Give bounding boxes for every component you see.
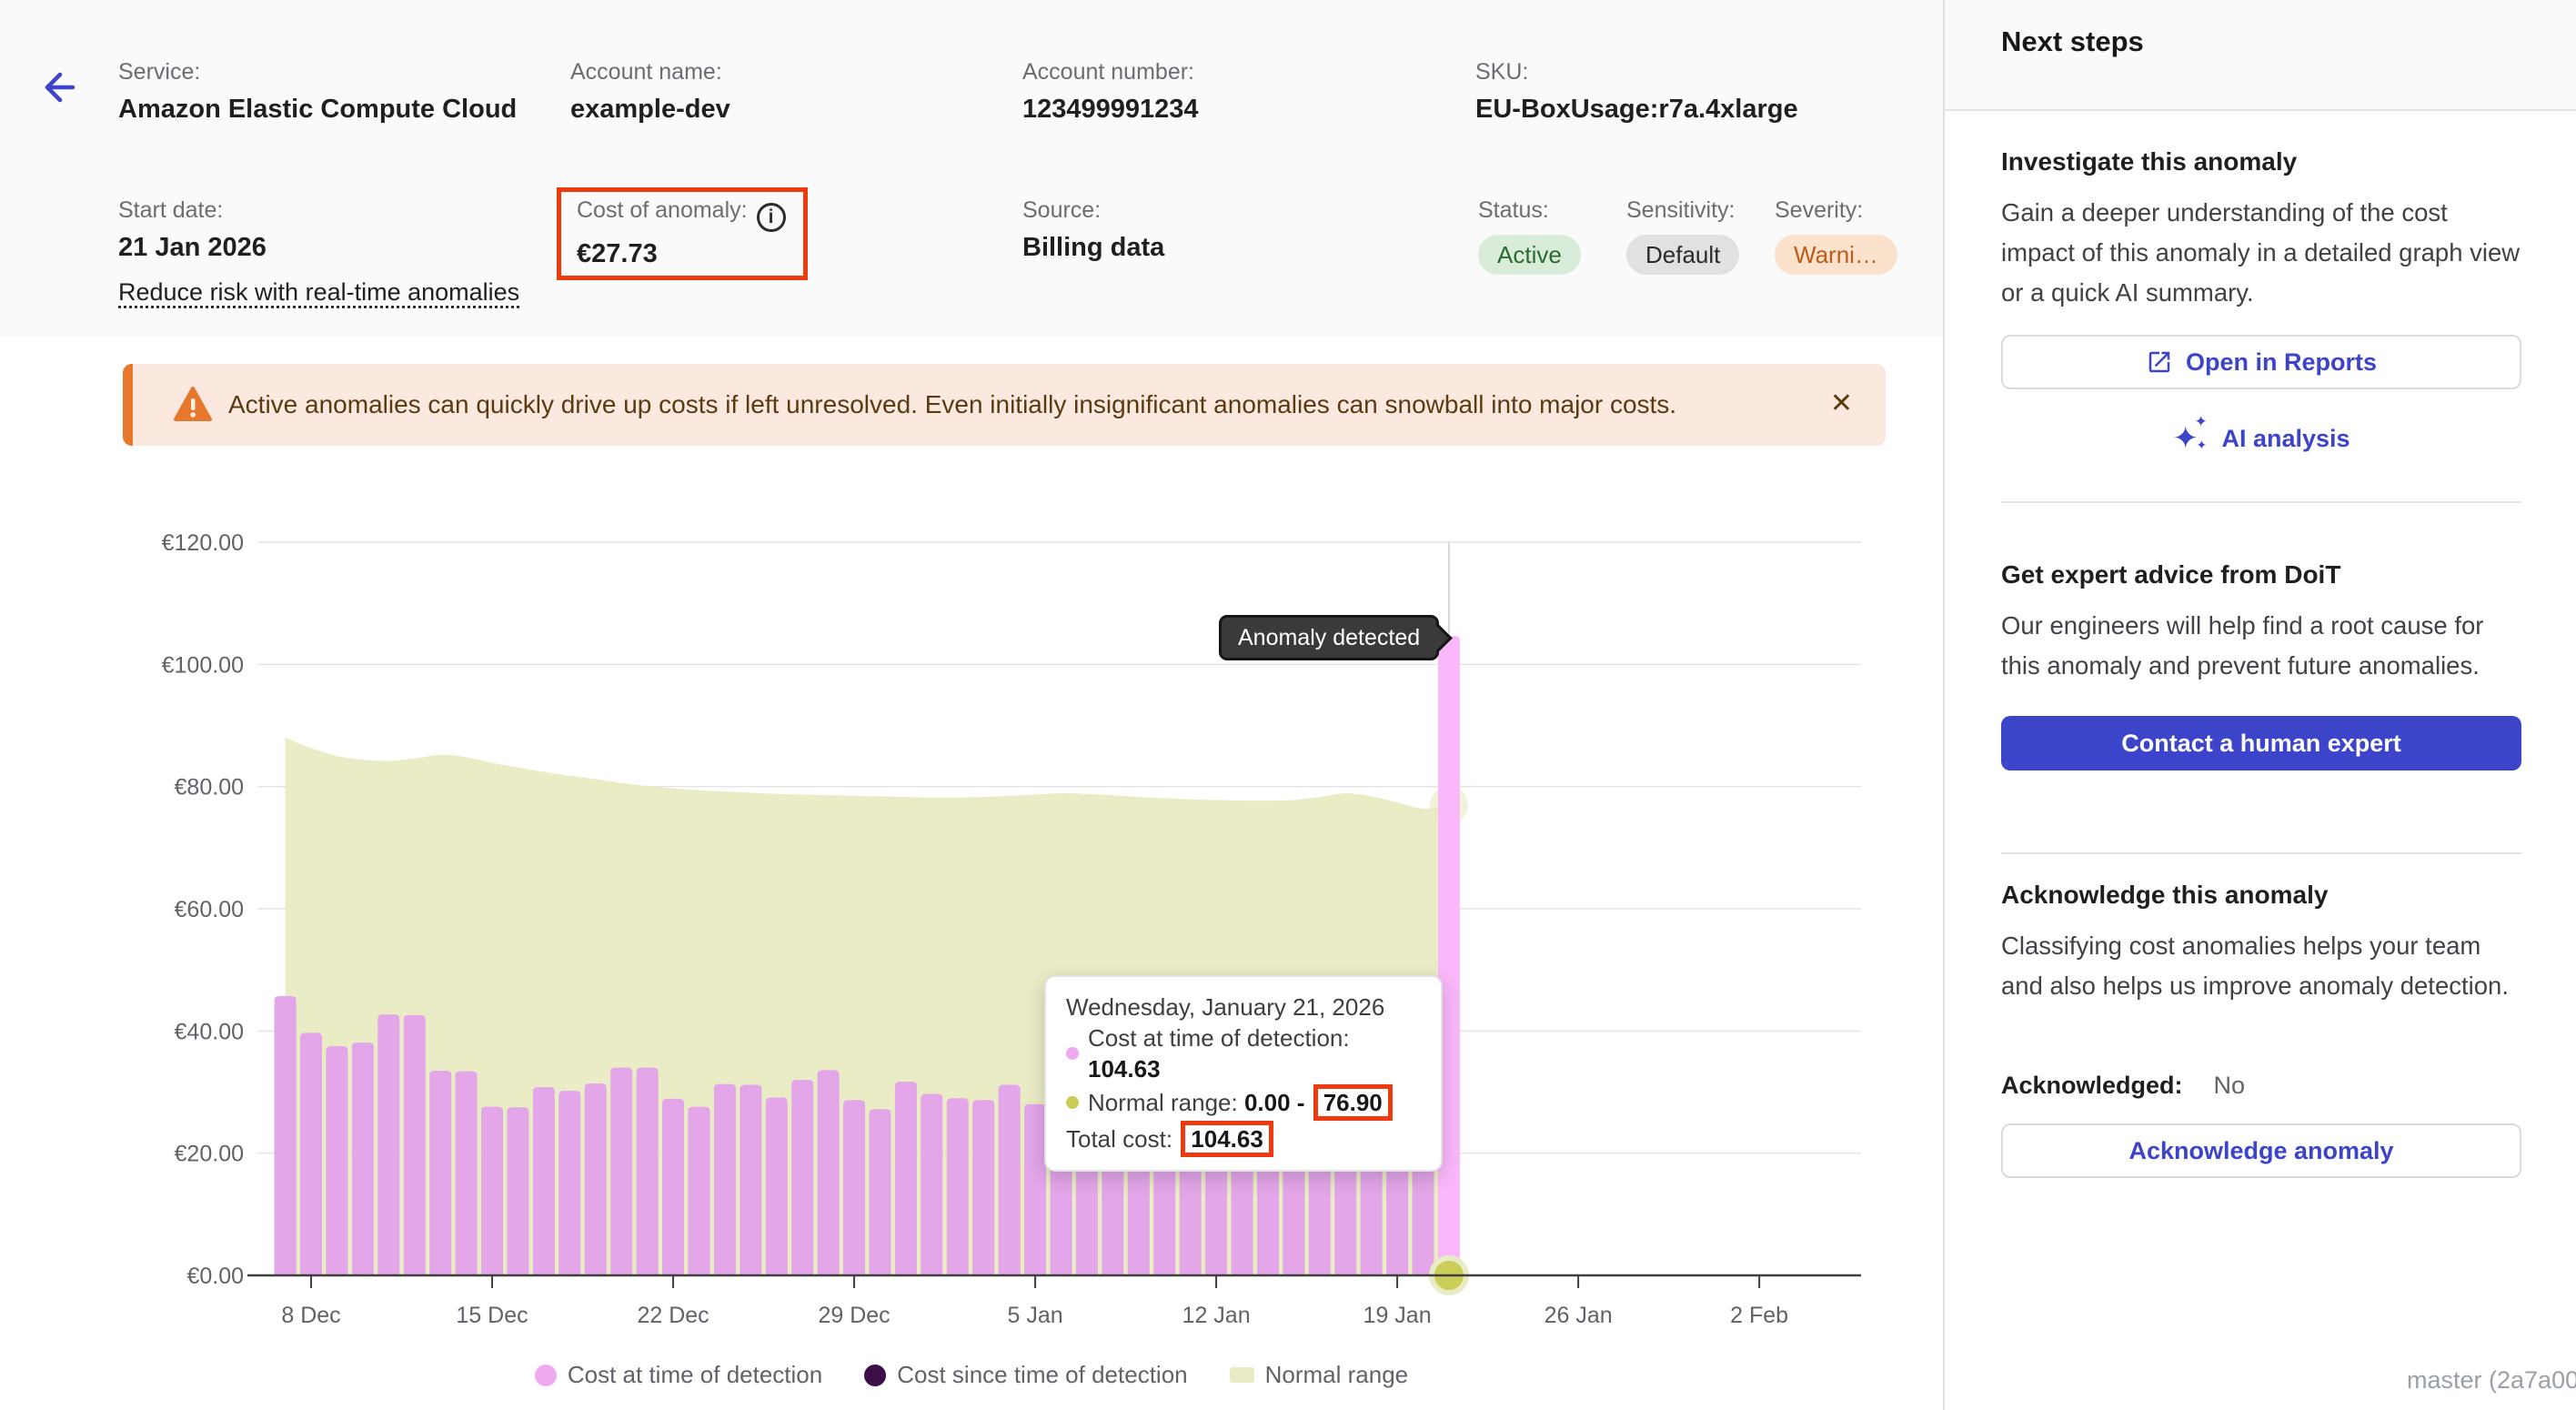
field-status: Status: Active: [1478, 195, 1581, 275]
acknowledge-title: Acknowledge this anomaly: [2001, 881, 2328, 910]
field-value: Amazon Elastic Compute Cloud: [118, 91, 517, 127]
reduce-risk-link[interactable]: Reduce risk with real-time anomalies: [118, 278, 519, 307]
svg-text:26 Jan: 26 Jan: [1545, 1303, 1613, 1328]
svg-text:19 Jan: 19 Jan: [1363, 1303, 1432, 1328]
svg-text:€60.00: €60.00: [175, 897, 244, 922]
pink-dot-icon: [535, 1365, 557, 1386]
field-label: Cost of anomaly:i: [577, 195, 786, 232]
field-sku: SKU: EU-BoxUsage:r7a.4xlarge: [1475, 56, 1798, 127]
svg-text:€80.00: €80.00: [175, 775, 244, 801]
acknowledge-body: Classifying cost anomalies helps your te…: [2001, 926, 2524, 1006]
field-label: Sensitivity:: [1626, 195, 1739, 226]
field-label: Account number:: [1022, 56, 1199, 87]
yellow-dot-icon: [1066, 1096, 1079, 1109]
chart-legend: Cost at time of detection Cost since tim…: [0, 1361, 1943, 1389]
anomaly-detected-tag: Anomaly detected: [1219, 615, 1439, 660]
warning-icon: [172, 384, 214, 430]
banner-message: Active anomalies can quickly drive up co…: [228, 364, 1676, 446]
svg-text:€40.00: €40.00: [175, 1019, 244, 1044]
field-value: Billing data: [1022, 229, 1164, 266]
legend-normal-range[interactable]: Normal range: [1230, 1361, 1409, 1389]
chart-canvas[interactable]: €0.00 €20.00 €40.00 €60.00 €80.00 €100.00 €120…: [0, 509, 1943, 1410]
field-severity: Severity: Warni…: [1775, 195, 1897, 275]
acknowledged-label: Acknowledged:: [2001, 1072, 2183, 1099]
severity-badge: Warni…: [1775, 235, 1897, 275]
sidebar-title: Next steps: [2001, 25, 2144, 58]
next-steps-sidebar: Next steps Investigate this anomaly Gain…: [1943, 0, 2576, 1410]
info-icon[interactable]: i: [757, 203, 786, 232]
field-value: EU-BoxUsage:r7a.4xlarge: [1475, 91, 1798, 127]
sparkles-icon: ✦ ✦ ✦: [2172, 418, 2209, 458]
investigate-title: Investigate this anomaly: [2001, 147, 2297, 176]
tooltip-row-normal-range: Normal range: 0.00 - 76.90: [1066, 1084, 1421, 1121]
svg-text:5 Jan: 5 Jan: [1007, 1303, 1062, 1328]
field-value: 123499991234: [1022, 91, 1199, 127]
contact-human-expert-button[interactable]: Contact a human expert: [2001, 716, 2521, 770]
svg-text:15 Dec: 15 Dec: [456, 1303, 528, 1328]
annotation-box-range: 76.90: [1313, 1084, 1393, 1121]
acknowledge-anomaly-button[interactable]: Acknowledge anomaly: [2001, 1123, 2521, 1178]
sensitivity-badge: Default: [1626, 235, 1739, 275]
field-label: Status:: [1478, 195, 1581, 226]
field-cost-of-anomaly: Cost of anomaly:i €27.73: [577, 195, 786, 272]
field-value: €27.73: [577, 236, 786, 272]
main-panel: Service: Amazon Elastic Compute Cloud Ac…: [0, 0, 1943, 1410]
acknowledged-value: No: [2214, 1072, 2246, 1099]
field-label: SKU:: [1475, 56, 1798, 87]
anomaly-chart[interactable]: €0.00 €20.00 €40.00 €60.00 €80.00 €100.00 €120…: [0, 509, 1943, 1410]
expert-title: Get expert advice from DoiT: [2001, 560, 2340, 589]
dark-purple-dot-icon: [864, 1365, 886, 1386]
chart-tooltip: Wednesday, January 21, 2026 Cost at time…: [1044, 975, 1443, 1172]
annotation-box-total: 104.63: [1181, 1121, 1273, 1157]
sidebar-header: Next steps: [1945, 0, 2576, 111]
field-label: Service:: [118, 56, 517, 87]
legend-cost-at-detection[interactable]: Cost at time of detection: [535, 1361, 822, 1389]
field-source: Source: Billing data: [1022, 195, 1164, 266]
field-start-date: Start date: 21 Jan 2026 Reduce risk with…: [118, 195, 519, 307]
field-label: Start date:: [118, 195, 519, 226]
svg-text:22 Dec: 22 Dec: [637, 1303, 709, 1328]
field-value: 21 Jan 2026: [118, 229, 519, 266]
svg-text:8 Dec: 8 Dec: [281, 1303, 340, 1328]
build-version: master (2a7a00b: [2407, 1366, 2576, 1395]
legend-cost-since-detection[interactable]: Cost since time of detection: [864, 1361, 1187, 1389]
back-button[interactable]: [36, 65, 80, 109]
pink-dot-icon: [1066, 1047, 1079, 1060]
warning-banner: Active anomalies can quickly drive up co…: [123, 364, 1886, 446]
normal-range-swatch-icon: [1230, 1367, 1254, 1383]
expert-body: Our engineers will help find a root caus…: [2001, 606, 2524, 686]
field-value: example-dev: [570, 91, 730, 127]
field-label: Source:: [1022, 195, 1164, 226]
back-arrow-icon: [47, 75, 73, 100]
divider: [2001, 852, 2521, 854]
svg-text:12 Jan: 12 Jan: [1182, 1303, 1251, 1328]
field-sensitivity: Sensitivity: Default: [1626, 195, 1739, 275]
field-label: Severity:: [1775, 195, 1897, 226]
svg-text:€20.00: €20.00: [175, 1142, 244, 1167]
status-badge: Active: [1478, 235, 1581, 275]
divider: [2001, 501, 2521, 503]
svg-text:€100.00: €100.00: [162, 652, 244, 678]
acknowledged-row: Acknowledged: No: [2001, 1072, 2245, 1100]
field-service: Service: Amazon Elastic Compute Cloud: [118, 56, 517, 127]
svg-text:2 Feb: 2 Feb: [1730, 1303, 1788, 1328]
svg-text:€0.00: €0.00: [186, 1264, 244, 1289]
close-icon[interactable]: ✕: [1830, 364, 1853, 446]
open-in-reports-button[interactable]: Open in Reports: [2001, 335, 2521, 389]
tooltip-title: Wednesday, January 21, 2026: [1066, 992, 1421, 1022]
banner-accent-bar: [123, 364, 133, 446]
svg-text:29 Dec: 29 Dec: [818, 1303, 890, 1328]
field-account-name: Account name: example-dev: [570, 56, 730, 127]
field-account-number: Account number: 123499991234: [1022, 56, 1199, 127]
tooltip-row-total: Total cost: 104.63: [1066, 1121, 1421, 1157]
field-label: Account name:: [570, 56, 730, 87]
tooltip-row-cost: Cost at time of detection: 104.63: [1066, 1022, 1421, 1084]
investigate-body: Gain a deeper understanding of the cost …: [2001, 193, 2524, 313]
svg-text:€120.00: €120.00: [162, 530, 244, 556]
ai-analysis-button[interactable]: ✦ ✦ ✦ AI analysis: [2001, 411, 2521, 466]
open-in-new-icon: [2146, 348, 2173, 376]
